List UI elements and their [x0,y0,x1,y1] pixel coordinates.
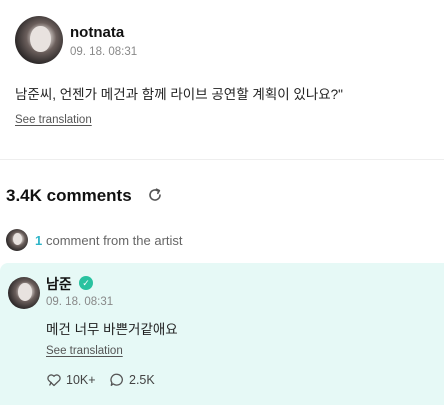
comment-see-translation-link[interactable]: See translation [46,345,123,357]
author-avatar[interactable] [15,16,63,64]
refresh-icon[interactable] [147,187,163,203]
see-translation-link[interactable]: See translation [15,114,92,126]
reply-count: 2.5K [129,373,155,387]
comment-author[interactable]: 남준 [46,274,72,294]
comments-count-title: 3.4K comments [6,186,132,205]
check-badge-icon: ✓ [79,276,93,290]
comment-date: 09. 18. 08:31 [46,296,114,308]
post: notnata 09. 18. 08:31 남준씨, 언젠가 메건과 함께 라이… [0,0,444,160]
artist-comment: 남준 ✓ 09. 18. 08:31 메건 너무 바쁜거같애요 See tran… [0,263,444,405]
comment-bubble-icon [110,373,123,386]
post-date: 09. 18. 08:31 [70,46,138,58]
comment-text: 메건 너무 바쁜거같애요 [46,322,178,337]
comment-author-avatar[interactable] [8,277,40,309]
post-author[interactable]: notnata [70,24,124,41]
post-text: 남준씨, 언젠가 메건과 함께 라이브 공연할 계획이 있나요?" [15,87,343,102]
artist-comment-count: 1 [35,233,43,248]
artist-comment-label: comment from the artist [46,233,183,248]
heart-icon [47,374,61,387]
like-count: 10K+ [66,373,96,387]
artist-avatar [6,229,28,251]
divider [0,159,444,160]
